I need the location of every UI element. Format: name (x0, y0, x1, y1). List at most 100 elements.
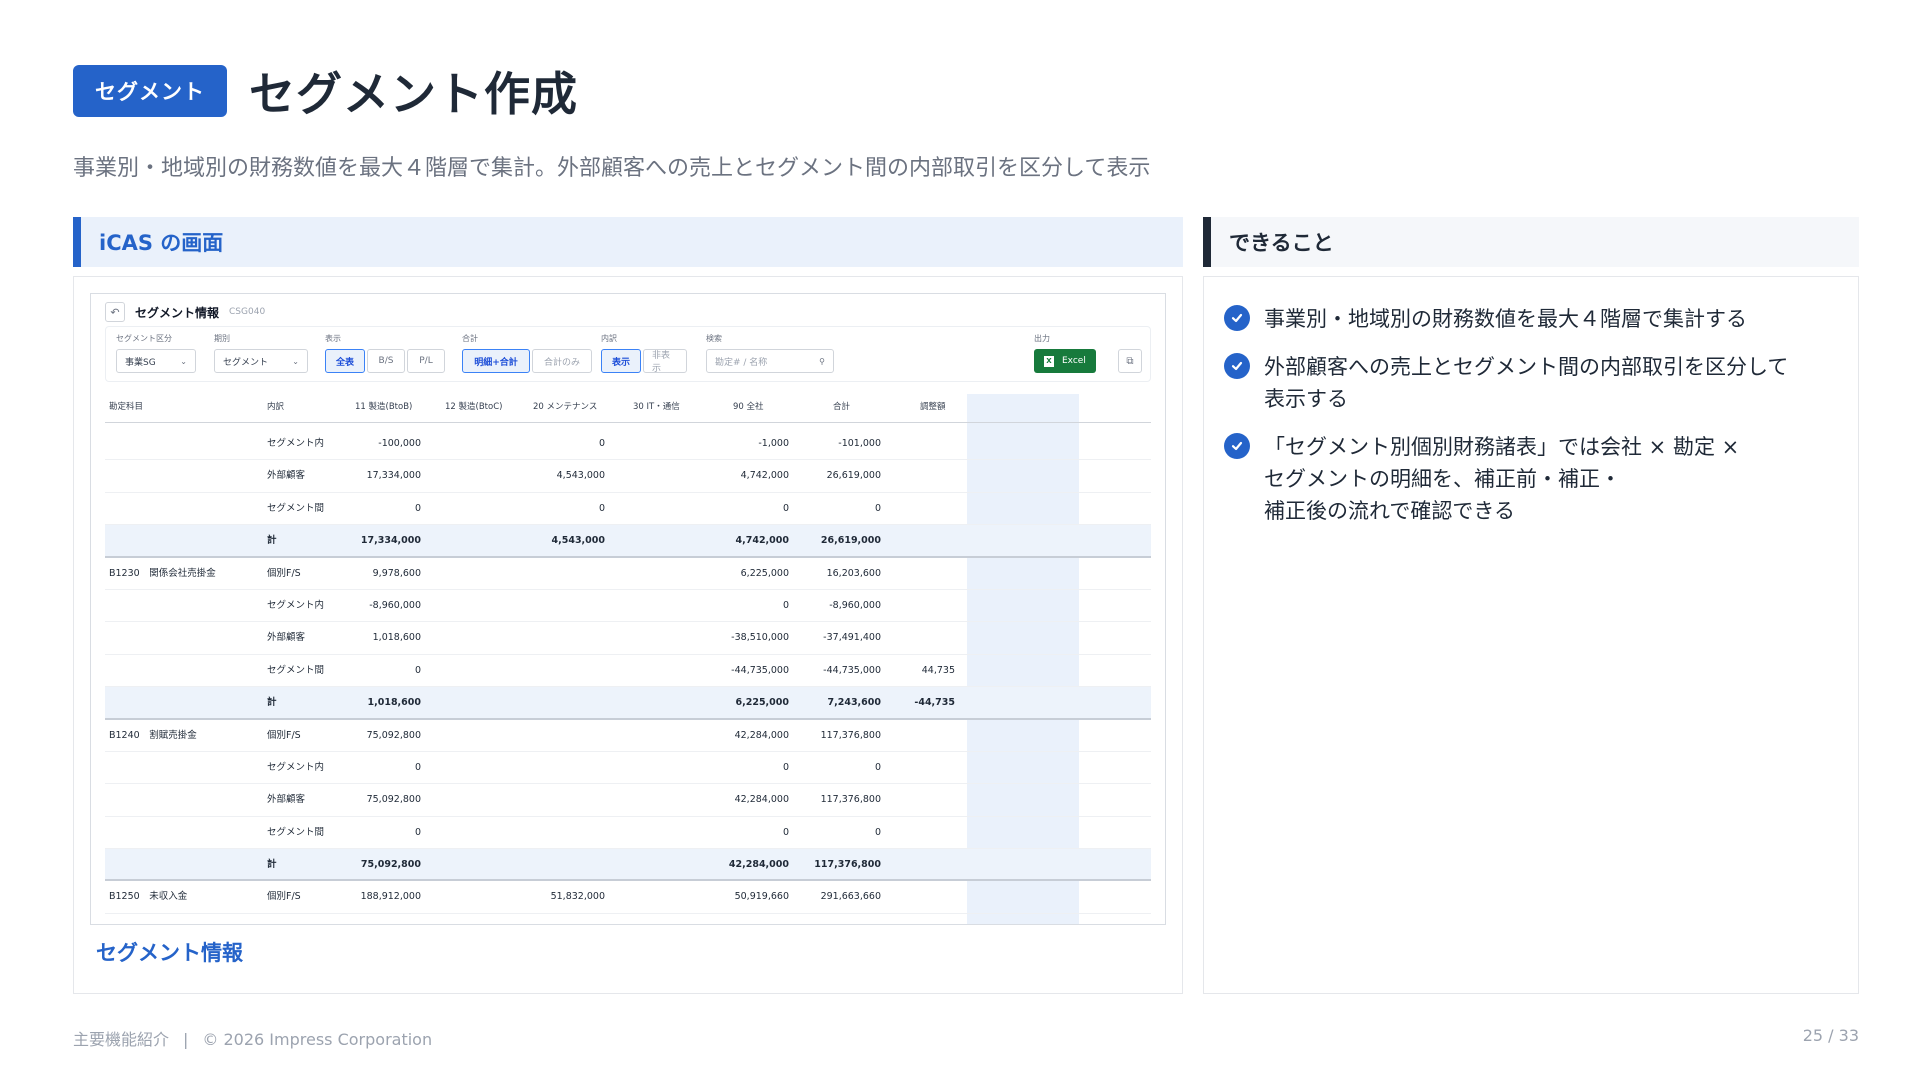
table-row[interactable]: セグメント内 -100,000 0 -1,000 -101,000 (105, 428, 1151, 461)
feature-line: 「セグメント別個別財務諸表」では会社 × 勘定 × (1264, 435, 1740, 459)
cell-c90: 50,919,660 (734, 891, 789, 903)
total-only-toggle[interactable]: 合計のみ (532, 349, 592, 373)
cell-c90: 6,225,000 (735, 697, 790, 709)
cell-c12 (425, 784, 515, 816)
table-body: セグメント内 -100,000 0 -1,000 -101,000 外部顧客 17,334,… (105, 428, 1151, 914)
cell-c20 (515, 784, 605, 816)
search-label: 検索 (706, 334, 722, 343)
cell-c12 (425, 525, 515, 557)
cell-total: -101,000 (838, 438, 881, 449)
column-header[interactable]: 内訳 (267, 394, 284, 420)
cell-c11: 0 (414, 826, 421, 838)
cell-c11: -100,000 (378, 438, 421, 449)
table-total-row[interactable]: 計 17,334,000 4,543,000 4,742,000 26,619,000 (105, 525, 1151, 558)
column-header[interactable]: 勘定科目 (109, 394, 143, 420)
search-input[interactable]: 勘定# / 名称 ⚲ (706, 349, 834, 373)
display-all-toggle[interactable]: 全表 (325, 349, 365, 373)
cell-c12 (425, 687, 515, 719)
feature-line: 補正後の流れで確認できる (1264, 499, 1515, 523)
cell-c20: 0 (598, 502, 605, 514)
table-row[interactable]: B1240 割賦売掛金 個別F/S 75,092,800 42,284,000 117,… (105, 720, 1151, 752)
cell-c20: 51,832,000 (550, 891, 605, 903)
display-bs-toggle[interactable]: B/S (367, 349, 405, 373)
period-select[interactable]: セグメント ⌄ (214, 349, 308, 373)
table-row[interactable]: B1250 未収入金 個別F/S 188,912,000 51,832,000 50,9… (105, 881, 1151, 914)
table-row[interactable]: 外部顧客 75,092,800 42,284,000 117,376,800 (105, 784, 1151, 817)
cell-c90: 4,742,000 (735, 535, 790, 547)
cell-c30 (605, 881, 695, 913)
cell-c12 (425, 428, 515, 460)
breakdown-show-toggle[interactable]: 表示 (601, 349, 641, 373)
cell-c30 (605, 460, 695, 492)
cell-total: 117,376,800 (820, 729, 881, 741)
table-row[interactable]: セグメント間 0 -44,735,000 -44,735,000 44,735 (105, 655, 1151, 688)
cell-account (109, 493, 259, 525)
feature-line: セグメントの明細を、補正前・補正・ (1264, 467, 1621, 491)
table-row[interactable]: セグメント内 -8,960,000 0 -8,960,000 (105, 590, 1151, 623)
cell-total: -44,735,000 (823, 664, 881, 676)
cell-c12 (425, 881, 515, 913)
column-header[interactable]: 調整額 (920, 394, 946, 420)
screen-section-heading: iCAS の画面 (73, 217, 1183, 267)
column-header[interactable]: 合計 (833, 394, 850, 420)
cell-c30 (605, 558, 695, 590)
cell-c20 (515, 817, 605, 849)
cell-total: 7,243,600 (827, 697, 882, 709)
cell-total: 0 (874, 761, 881, 773)
cell-account (109, 817, 259, 849)
column-header[interactable]: 30 IT・通信 (633, 394, 680, 420)
cell-adj (885, 590, 955, 622)
table-total-row[interactable]: 計 1,018,600 6,225,000 7,243,600 -44,735 (105, 687, 1151, 720)
excel-export-button[interactable]: X Excel (1034, 349, 1096, 373)
cell-account (109, 849, 259, 881)
screen-section-heading-text: iCAS の画面 (99, 231, 224, 255)
table-row[interactable]: B1230 関係会社売掛金 個別F/S 9,978,600 6,225,000 16,2… (105, 558, 1151, 590)
column-header[interactable]: 11 製造(BtoB) (355, 394, 412, 420)
cell-c11: 9,978,600 (372, 567, 421, 579)
cell-c30 (605, 720, 695, 752)
column-header[interactable]: 12 製造(BtoC) (445, 394, 502, 420)
table-row[interactable]: セグメント間 0 0 0 0 (105, 493, 1151, 526)
cell-adj (885, 428, 955, 460)
search-icon: ⚲ (819, 356, 825, 366)
cell-account (109, 428, 259, 460)
cell-c90: 0 (782, 502, 789, 514)
external-link-icon[interactable]: ⧉ (1118, 349, 1142, 373)
segment-table: 勘定科目 内訳 11 製造(BtoB) 12 製造(BtoC) 20 メンテナンス 30 … (105, 394, 1151, 924)
back-icon[interactable]: ↶ (105, 302, 125, 322)
feature-text: 外部顧客への売上とセグメント間の内部取引を区分して 表示する (1264, 351, 1788, 415)
column-header[interactable]: 20 メンテナンス (533, 394, 597, 420)
table-row[interactable]: セグメント内 0 0 0 (105, 752, 1151, 785)
cell-c90: -38,510,000 (731, 632, 789, 644)
features-section-heading-text: できること (1229, 231, 1334, 255)
cell-account (109, 752, 259, 784)
feature-line: 事業別・地域別の財務数値を最大４階層で集計する (1264, 307, 1747, 331)
excel-label: Excel (1062, 356, 1086, 366)
column-header[interactable]: 90 全社 (733, 394, 764, 420)
table-row[interactable]: セグメント間 0 0 0 (105, 817, 1151, 850)
slide-header: セグメント セグメント作成 (73, 58, 578, 124)
cell-c20 (515, 590, 605, 622)
cell-total: 26,619,000 (826, 470, 881, 482)
table-row[interactable]: 外部顧客 17,334,000 4,543,000 4,742,000 26,619,0… (105, 460, 1151, 493)
page-number: 25 / 33 (1802, 1026, 1859, 1045)
breakdown-hide-toggle[interactable]: 非表示 (643, 349, 687, 374)
cell-c12 (425, 558, 515, 590)
chevron-down-icon: ⌄ (180, 356, 187, 366)
cell-total: 117,376,800 (820, 794, 881, 806)
screen-titlebar: ↶ セグメント情報 CSG040 (105, 300, 265, 324)
table-total-row[interactable]: 計 75,092,800 42,284,000 117,376,800 (105, 849, 1151, 882)
cell-c20: 4,543,000 (556, 470, 605, 482)
cell-c20 (515, 622, 605, 654)
table-row[interactable]: 外部顧客 1,018,600 -38,510,000 -37,491,400 (105, 622, 1151, 655)
cell-c90: 0 (782, 826, 789, 838)
display-pl-toggle[interactable]: P/L (407, 349, 445, 373)
cell-total: 117,376,800 (814, 859, 881, 871)
total-detail-toggle[interactable]: 明細+合計 (462, 349, 530, 373)
segment-type-select[interactable]: 事業SG ⌄ (116, 349, 196, 373)
cell-account (109, 687, 259, 719)
cell-c12 (425, 752, 515, 784)
cell-c11: 17,334,000 (360, 535, 421, 547)
cell-total: -8,960,000 (829, 599, 881, 611)
cell-c30 (605, 849, 695, 881)
